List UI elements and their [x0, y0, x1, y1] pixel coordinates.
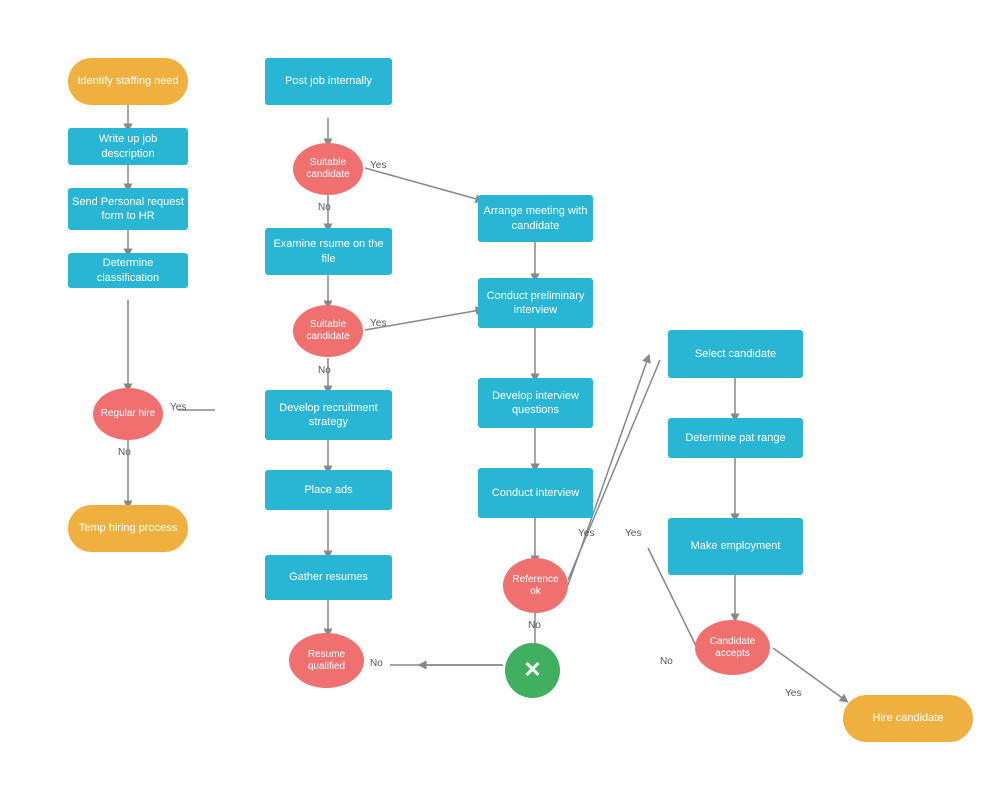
determine-pat-range: Determine pat range: [668, 418, 803, 458]
reference-ok-yes-label: Yes: [578, 528, 594, 539]
suitable1-yes-label: Yes: [370, 160, 386, 171]
candidate-accepts-no-label: No: [660, 656, 673, 667]
candidate-accepts-yes-label: Yes: [785, 688, 801, 699]
regular-hire-no-label: No: [118, 447, 131, 458]
post-job-internally: Post job internally: [265, 58, 392, 105]
suitable-candidate-2: Suitable candidate: [293, 305, 363, 357]
temp-hiring-process: Temp hiring process: [68, 505, 188, 552]
suitable2-yes-label: Yes: [370, 318, 386, 329]
determine-classification: Determine classification: [68, 253, 188, 288]
arrange-meeting: Arrange meeting with candidate: [478, 195, 593, 242]
develop-interview-questions: Develop interview questions: [478, 378, 593, 428]
resume-qualified: Resume qualified: [289, 633, 364, 688]
resume-qualified-no-label: No: [370, 658, 383, 669]
regular-hire-circle: Regular hire: [93, 388, 163, 440]
conduct-interview: Conduct interview: [478, 468, 593, 518]
suitable2-no-label: No: [318, 365, 331, 376]
flowchart: Identify staffing need Write up job desc…: [0, 0, 1000, 793]
conduct-preliminary-interview: Conduct preliminary interview: [478, 278, 593, 328]
develop-recruitment-strategy: Develop recruitment strategy: [265, 390, 392, 440]
suitable-candidate-1: Suitable candidate: [293, 143, 363, 195]
identify-staffing-need: Identify staffing need: [68, 58, 188, 105]
hire-candidate: Hire candidate: [843, 695, 973, 742]
place-ads: Place ads: [265, 470, 392, 510]
reference-ok-no-label: No: [528, 620, 541, 631]
candidate-accepts: Candidate accepts: [695, 620, 770, 675]
make-employment-yes-label: Yes: [625, 528, 641, 539]
select-candidate: Select candidate: [668, 330, 803, 378]
regular-hire-yes-label: Yes: [170, 402, 186, 413]
make-employment: Make employment: [668, 518, 803, 575]
gather-resumes: Gather resumes: [265, 555, 392, 600]
examine-resume: Examine rsume on the file: [265, 228, 392, 275]
send-personal-request: Send Personal request form to HR: [68, 188, 188, 230]
write-up-job-description: Write up job description: [68, 128, 188, 165]
cross-mark: ✕: [505, 643, 560, 698]
suitable1-no-label: No: [318, 202, 331, 213]
reference-ok: Reference ok: [503, 558, 568, 613]
